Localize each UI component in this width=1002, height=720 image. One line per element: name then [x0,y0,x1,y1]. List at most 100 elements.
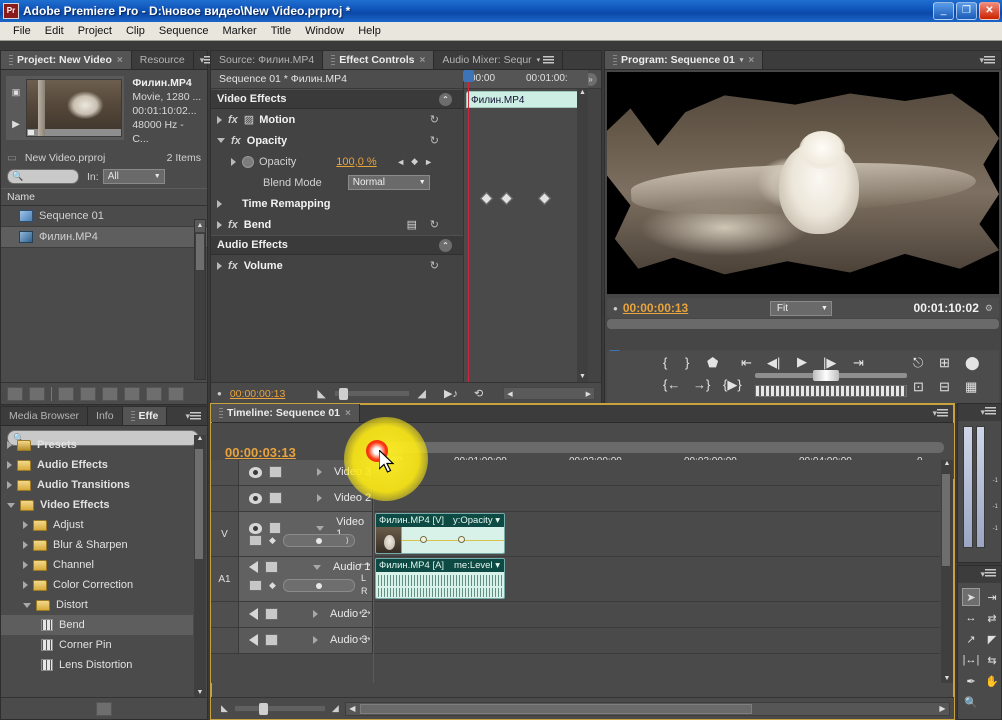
menu-item-project[interactable]: Project [71,24,119,38]
scroll-left-icon[interactable]: ◀ [346,704,359,713]
track-header[interactable]: V Video 1 ◆ ⟩ [211,512,373,556]
current-time-indicator[interactable] [463,70,474,382]
shuttle-control[interactable] [755,385,907,397]
effect-controls-clip-bar[interactable]: Филин.MP4 [466,91,584,108]
tab-info[interactable]: Info [88,407,123,425]
jog-control[interactable] [755,370,907,381]
disclosure-triangle-icon[interactable] [317,494,322,502]
track-target-gutter[interactable] [211,460,239,485]
toggle-track-lock-icon[interactable] [269,492,282,504]
drag-grip-icon[interactable] [9,54,13,66]
program-duration-timecode[interactable]: 00:01:10:02 [914,301,979,315]
selection-tool[interactable]: ➤ [962,588,980,606]
disclosure-triangle-icon[interactable] [23,581,28,589]
rate-stretch-tool[interactable]: ↗ [962,630,980,648]
output-icon[interactable]: ▦ [965,379,977,395]
keyframe-diamond-icon[interactable]: ◆ [269,580,276,591]
lift-icon[interactable]: ⬤ [965,355,980,371]
drag-grip-icon[interactable] [613,54,617,66]
previous-keyframe-icon[interactable]: ◄ [396,157,405,167]
track-name[interactable]: Video 2 [334,492,371,504]
timeline-clip-audio[interactable]: Филин.MP4 [A] me:Level ▾ [375,558,505,599]
disclosure-triangle-icon[interactable] [313,610,318,618]
effect-controls-horizontal-scrollbar[interactable]: ◀ ▶ [503,387,595,400]
play-icon[interactable]: ▶ [12,119,20,130]
tree-item-audio-transitions[interactable]: Audio Transitions [1,475,193,495]
toggle-track-lock-icon[interactable] [265,634,278,646]
add-marker-icon[interactable]: ⬟ [707,355,718,371]
clip-body[interactable] [376,527,504,553]
work-area-bar[interactable] [373,442,944,453]
keyframe-diamond-icon[interactable]: ◆ [269,535,276,546]
trim-icon[interactable]: ⊞ [939,355,950,371]
effect-row-opacity[interactable]: fx Opacity ↻ [211,130,463,151]
effect-row-time-remapping[interactable]: Time Remapping [211,193,463,214]
menu-item-edit[interactable]: Edit [38,24,71,38]
track-header[interactable]: A1 Audio 1 ◆ ⟷ L R [211,557,373,601]
disclosure-triangle-icon[interactable] [7,441,12,449]
zoom-tool[interactable]: 🔍 [962,693,980,711]
menu-item-help[interactable]: Help [351,24,388,38]
tree-item-distort[interactable]: Distort [1,595,193,615]
minimize-button[interactable]: _ [933,2,954,20]
track-target-gutter[interactable]: V [211,512,239,556]
new-item-icon[interactable] [124,386,140,401]
collapse-track-icon[interactable]: ⟷ [359,634,370,643]
tab-timeline-sequence-01[interactable]: Timeline: Sequence 01 × [211,404,360,422]
close-icon[interactable]: × [420,55,426,66]
close-icon[interactable]: × [117,55,123,66]
go-to-previous-edit-icon[interactable]: {← [663,377,680,392]
disclosure-triangle-icon[interactable] [313,636,318,644]
track-clip-area[interactable]: Филин.MP4 [A] me:Level ▾ [373,557,940,601]
play-audio-icon[interactable]: ▶♪ [444,387,458,400]
next-keyframe-icon[interactable]: ⟩ [346,536,349,545]
timeline-horizontal-scrollbar[interactable]: ◀ ▶ [344,701,950,716]
timeline-zoom-slider[interactable] [233,703,326,715]
tree-item-blur-and-sharpen[interactable]: Blur & Sharpen [1,535,193,555]
scroll-down-icon[interactable]: ▼ [577,373,588,380]
track-video-3[interactable]: Video 3 [211,460,940,486]
track-header[interactable]: Video 2 [211,486,373,511]
scrollbar-thumb[interactable] [196,234,204,270]
track-header[interactable]: Audio 3 ⟷ [211,628,373,653]
property-row-opacity[interactable]: Opacity 100,0 % ◄ ◆ ► [211,151,463,172]
go-to-next-edit-icon[interactable]: →} [693,377,710,392]
blend-mode-dropdown[interactable]: Normal ▼ [347,175,430,190]
export-frame-icon[interactable]: ⎋ [913,355,923,371]
toggle-track-lock-icon[interactable] [265,608,278,620]
effect-row-motion[interactable]: fx ▨ Motion ↻ [211,109,463,130]
program-monitor-video[interactable] [607,72,999,294]
track-name[interactable]: Video 3 [334,466,371,478]
disclosure-triangle-icon[interactable] [217,261,222,270]
effect-row-bend[interactable]: fx Bend ▤ ↻ [211,214,463,235]
zoom-out-icon[interactable]: ◣ [221,703,228,714]
drag-grip-icon[interactable] [331,54,336,66]
close-icon[interactable]: × [345,408,351,419]
poster-frame-icon[interactable]: ▣ [12,87,21,98]
hand-tool[interactable]: ✋ [983,672,1001,690]
keyframe-marker[interactable] [480,192,493,205]
toggle-track-lock-icon[interactable] [268,522,282,534]
toggle-track-lock-icon[interactable] [265,561,278,573]
keyframe-marker[interactable] [500,192,513,205]
program-current-timecode[interactable]: 00:00:00:13 [623,301,688,315]
chevron-down-icon[interactable]: ▾ [537,56,541,64]
tab-audio-mixer[interactable]: Audio Mixer: Sequr ▾ [434,51,564,69]
menu-item-window[interactable]: Window [298,24,351,38]
automate-to-sequence-icon[interactable] [58,386,74,401]
new-bin-icon[interactable] [102,386,118,401]
scrollbar-thumb[interactable] [359,703,752,714]
reset-icon[interactable]: ↻ [430,259,439,272]
disclosure-triangle-icon[interactable] [23,541,28,549]
tree-item-audio-effects[interactable]: Audio Effects [1,455,193,475]
resize-grip-icon[interactable] [168,386,184,401]
project-search-input[interactable]: 🔍 [7,169,79,184]
scrollbar-thumb[interactable] [942,474,950,566]
disclosure-triangle-icon[interactable] [217,115,222,124]
tree-item-presets[interactable]: Presets [1,435,193,455]
show-keyframes-icon[interactable] [249,580,262,591]
track-header[interactable]: Audio 2 ⟷ [211,602,373,627]
tab-effects[interactable]: Effe [122,407,168,425]
mark-in-icon[interactable]: { [663,355,667,370]
keyframe-dot-icon[interactable] [315,538,322,544]
